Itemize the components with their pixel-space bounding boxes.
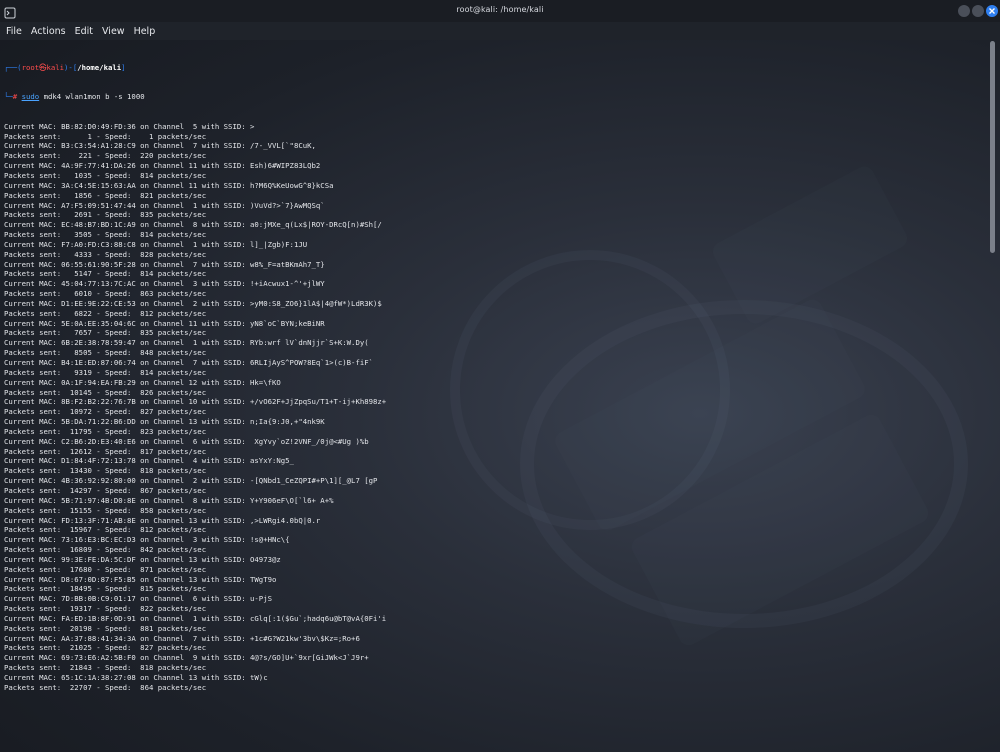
prompt-bracket: ┌──( bbox=[4, 62, 22, 72]
output-line: Packets sent: 10145 - Speed: 826 packets… bbox=[4, 387, 207, 397]
output-lines: Current MAC: BB:82:D0:49:FD:36 on Channe… bbox=[4, 122, 984, 693]
output-line: Current MAC: 65:1C:1A:38:27:08 on Channe… bbox=[4, 673, 268, 682]
output-line: Packets sent: 1035 - Speed: 814 packets/… bbox=[4, 170, 207, 180]
output-line: Packets sent: 7657 - Speed: 835 packets/… bbox=[4, 328, 207, 338]
menu-file[interactable]: File bbox=[0, 26, 26, 37]
output-line: Current MAC: C2:B6:2D:E3:40:E6 on Channe… bbox=[4, 436, 369, 446]
title-bar[interactable]: root@kali: /home/kali bbox=[0, 0, 1000, 22]
window-title: root@kali: /home/kali bbox=[456, 5, 544, 14]
output-line: Current MAC: 99:3E:FE:DA:5C:DF on Channe… bbox=[4, 554, 281, 564]
output-line: Current MAC: 73:16:E3:BC:EC:D3 on Channe… bbox=[4, 535, 290, 545]
output-line: Current MAC: B3:C3:54:A1:28:C9 on Channe… bbox=[4, 141, 316, 151]
output-line: Packets sent: 21025 - Speed: 827 packets… bbox=[4, 643, 207, 653]
output-line: Current MAC: 5E:0A:EE:35:04:6C on Channe… bbox=[4, 318, 325, 328]
menu-help[interactable]: Help bbox=[129, 26, 160, 37]
prompt-line-command: └─# sudo mdk4 wlan1mon b -s 1000 bbox=[4, 92, 984, 102]
output-line: Packets sent: 1856 - Speed: 821 packets/… bbox=[4, 190, 207, 200]
output-line: Current MAC: 8B:F2:B2:22:76:7B on Channe… bbox=[4, 397, 387, 407]
output-line: Current MAC: FD:13:3F:71:AB:8E on Channe… bbox=[4, 515, 321, 525]
terminal-window: root@kali: /home/kali File Actions Edit … bbox=[0, 0, 1000, 752]
output-line: Current MAC: FA:ED:1B:8F:0D:91 on Channe… bbox=[4, 613, 387, 623]
output-line: Current MAC: F7:A0:FD:C3:88:C8 on Channe… bbox=[4, 239, 308, 249]
output-line: Current MAC: AA:37:88:41:34:3A on Channe… bbox=[4, 633, 360, 643]
output-line: Current MAC: 5B:71:97:4B:D0:8E on Channe… bbox=[4, 495, 334, 505]
prompt-bracket: )-[ bbox=[64, 62, 78, 72]
menu-actions[interactable]: Actions bbox=[26, 26, 70, 37]
output-line: Packets sent: 8505 - Speed: 848 packets/… bbox=[4, 348, 207, 358]
prompt-user-host: root㉿kali bbox=[21, 62, 65, 72]
output-line: Packets sent: 19317 - Speed: 822 packets… bbox=[4, 604, 207, 614]
maximize-button[interactable] bbox=[972, 5, 984, 17]
output-line: Current MAC: 6B:2E:38:78:59:47 on Channe… bbox=[4, 338, 369, 348]
output-line: Packets sent: 13430 - Speed: 818 packets… bbox=[4, 466, 207, 476]
minimize-button[interactable] bbox=[958, 5, 970, 17]
output-line: Packets sent: 20198 - Speed: 881 packets… bbox=[4, 623, 207, 633]
output-line: Packets sent: 15155 - Speed: 858 packets… bbox=[4, 505, 207, 515]
output-line: Current MAC: 7D:BB:0B:C9:01:17 on Channe… bbox=[4, 594, 272, 604]
prompt-bracket: ] bbox=[121, 62, 126, 72]
output-line: Current MAC: 0A:1F:94:EA:FB:29 on Channe… bbox=[4, 377, 281, 387]
output-line: Packets sent: 16809 - Speed: 842 packets… bbox=[4, 545, 207, 555]
output-line: Packets sent: 3505 - Speed: 814 packets/… bbox=[4, 230, 207, 240]
output-line: Packets sent: 12612 - Speed: 817 packets… bbox=[4, 446, 207, 456]
terminal-output[interactable]: ┌──(root㉿kali)-[/home/kali] └─# sudo mdk… bbox=[4, 43, 984, 748]
menu-bar: File Actions Edit View Help bbox=[0, 22, 1000, 40]
output-line: Current MAC: 06:55:61:90:5F:28 on Channe… bbox=[4, 259, 325, 269]
output-line: Current MAC: 45:04:77:13:7C:AC on Channe… bbox=[4, 279, 325, 289]
output-line: Packets sent: 4333 - Speed: 828 packets/… bbox=[4, 249, 207, 259]
output-line: Packets sent: 2691 - Speed: 835 packets/… bbox=[4, 210, 207, 220]
output-line: Current MAC: 5B:DA:71:22:B6:DD on Channe… bbox=[4, 417, 325, 427]
output-line: Packets sent: 22707 - Speed: 864 packets… bbox=[4, 682, 207, 692]
output-line: Current MAC: 69:73:E6:A2:5B:F0 on Channe… bbox=[4, 653, 369, 663]
output-line: Packets sent: 9319 - Speed: 814 packets/… bbox=[4, 367, 207, 377]
output-line: Current MAC: 4B:36:92:92:80:00 on Channe… bbox=[4, 476, 378, 486]
output-line: Current MAC: EC:48:B7:BD:1C:A9 on Channe… bbox=[4, 220, 382, 230]
output-line: Current MAC: BB:82:D0:49:FD:36 on Channe… bbox=[4, 121, 255, 131]
prompt-symbol: # bbox=[12, 92, 22, 102]
prompt-bracket: └─ bbox=[4, 92, 13, 102]
prompt-path: /home/kali bbox=[77, 62, 122, 72]
output-line: Current MAC: B4:1E:ED:87:06:74 on Channe… bbox=[4, 358, 374, 367]
menu-view[interactable]: View bbox=[97, 26, 129, 37]
output-line: Current MAC: D1:84:4F:72:13:78 on Channe… bbox=[4, 456, 294, 466]
output-line: Current MAC: 4A:9F:77:41:DA:26 on Channe… bbox=[4, 161, 321, 171]
output-line: Packets sent: 6010 - Speed: 863 packets/… bbox=[4, 289, 207, 299]
output-line: Packets sent: 1 - Speed: 1 packets/sec bbox=[4, 131, 207, 141]
close-button[interactable] bbox=[986, 5, 998, 17]
output-line: Current MAC: 3A:C4:5E:15:63:AA on Channe… bbox=[4, 180, 334, 190]
menu-edit[interactable]: Edit bbox=[70, 26, 97, 37]
output-line: Packets sent: 17680 - Speed: 871 packets… bbox=[4, 564, 207, 574]
output-line: Packets sent: 18495 - Speed: 815 packets… bbox=[4, 584, 207, 594]
output-line: Packets sent: 221 - Speed: 220 packets/s… bbox=[4, 151, 207, 161]
command-name: sudo bbox=[21, 92, 40, 102]
output-line: Packets sent: 10972 - Speed: 827 packets… bbox=[4, 407, 207, 417]
output-line: Current MAC: A7:F5:09:51:47:44 on Channe… bbox=[4, 200, 325, 210]
output-line: Current MAC: D1:EE:9E:22:CE:53 on Channe… bbox=[4, 298, 382, 308]
output-line: Packets sent: 6822 - Speed: 812 packets/… bbox=[4, 308, 207, 318]
output-line: Packets sent: 11795 - Speed: 823 packets… bbox=[4, 426, 207, 436]
prompt-line-top: ┌──(root㉿kali)-[/home/kali] bbox=[4, 63, 984, 73]
output-line: Packets sent: 15967 - Speed: 812 packets… bbox=[4, 525, 207, 535]
command-args: mdk4 wlan1mon b -s 1000 bbox=[39, 92, 145, 102]
output-line: Current MAC: D8:67:0D:87:F5:B5 on Channe… bbox=[4, 574, 277, 584]
close-icon bbox=[989, 8, 995, 14]
scrollbar-thumb[interactable] bbox=[990, 41, 995, 253]
output-line: Packets sent: 21843 - Speed: 818 packets… bbox=[4, 663, 207, 673]
output-line: Packets sent: 5147 - Speed: 814 packets/… bbox=[4, 269, 207, 279]
scrollbar[interactable] bbox=[990, 40, 996, 750]
output-line: Packets sent: 14297 - Speed: 867 packets… bbox=[4, 485, 207, 495]
